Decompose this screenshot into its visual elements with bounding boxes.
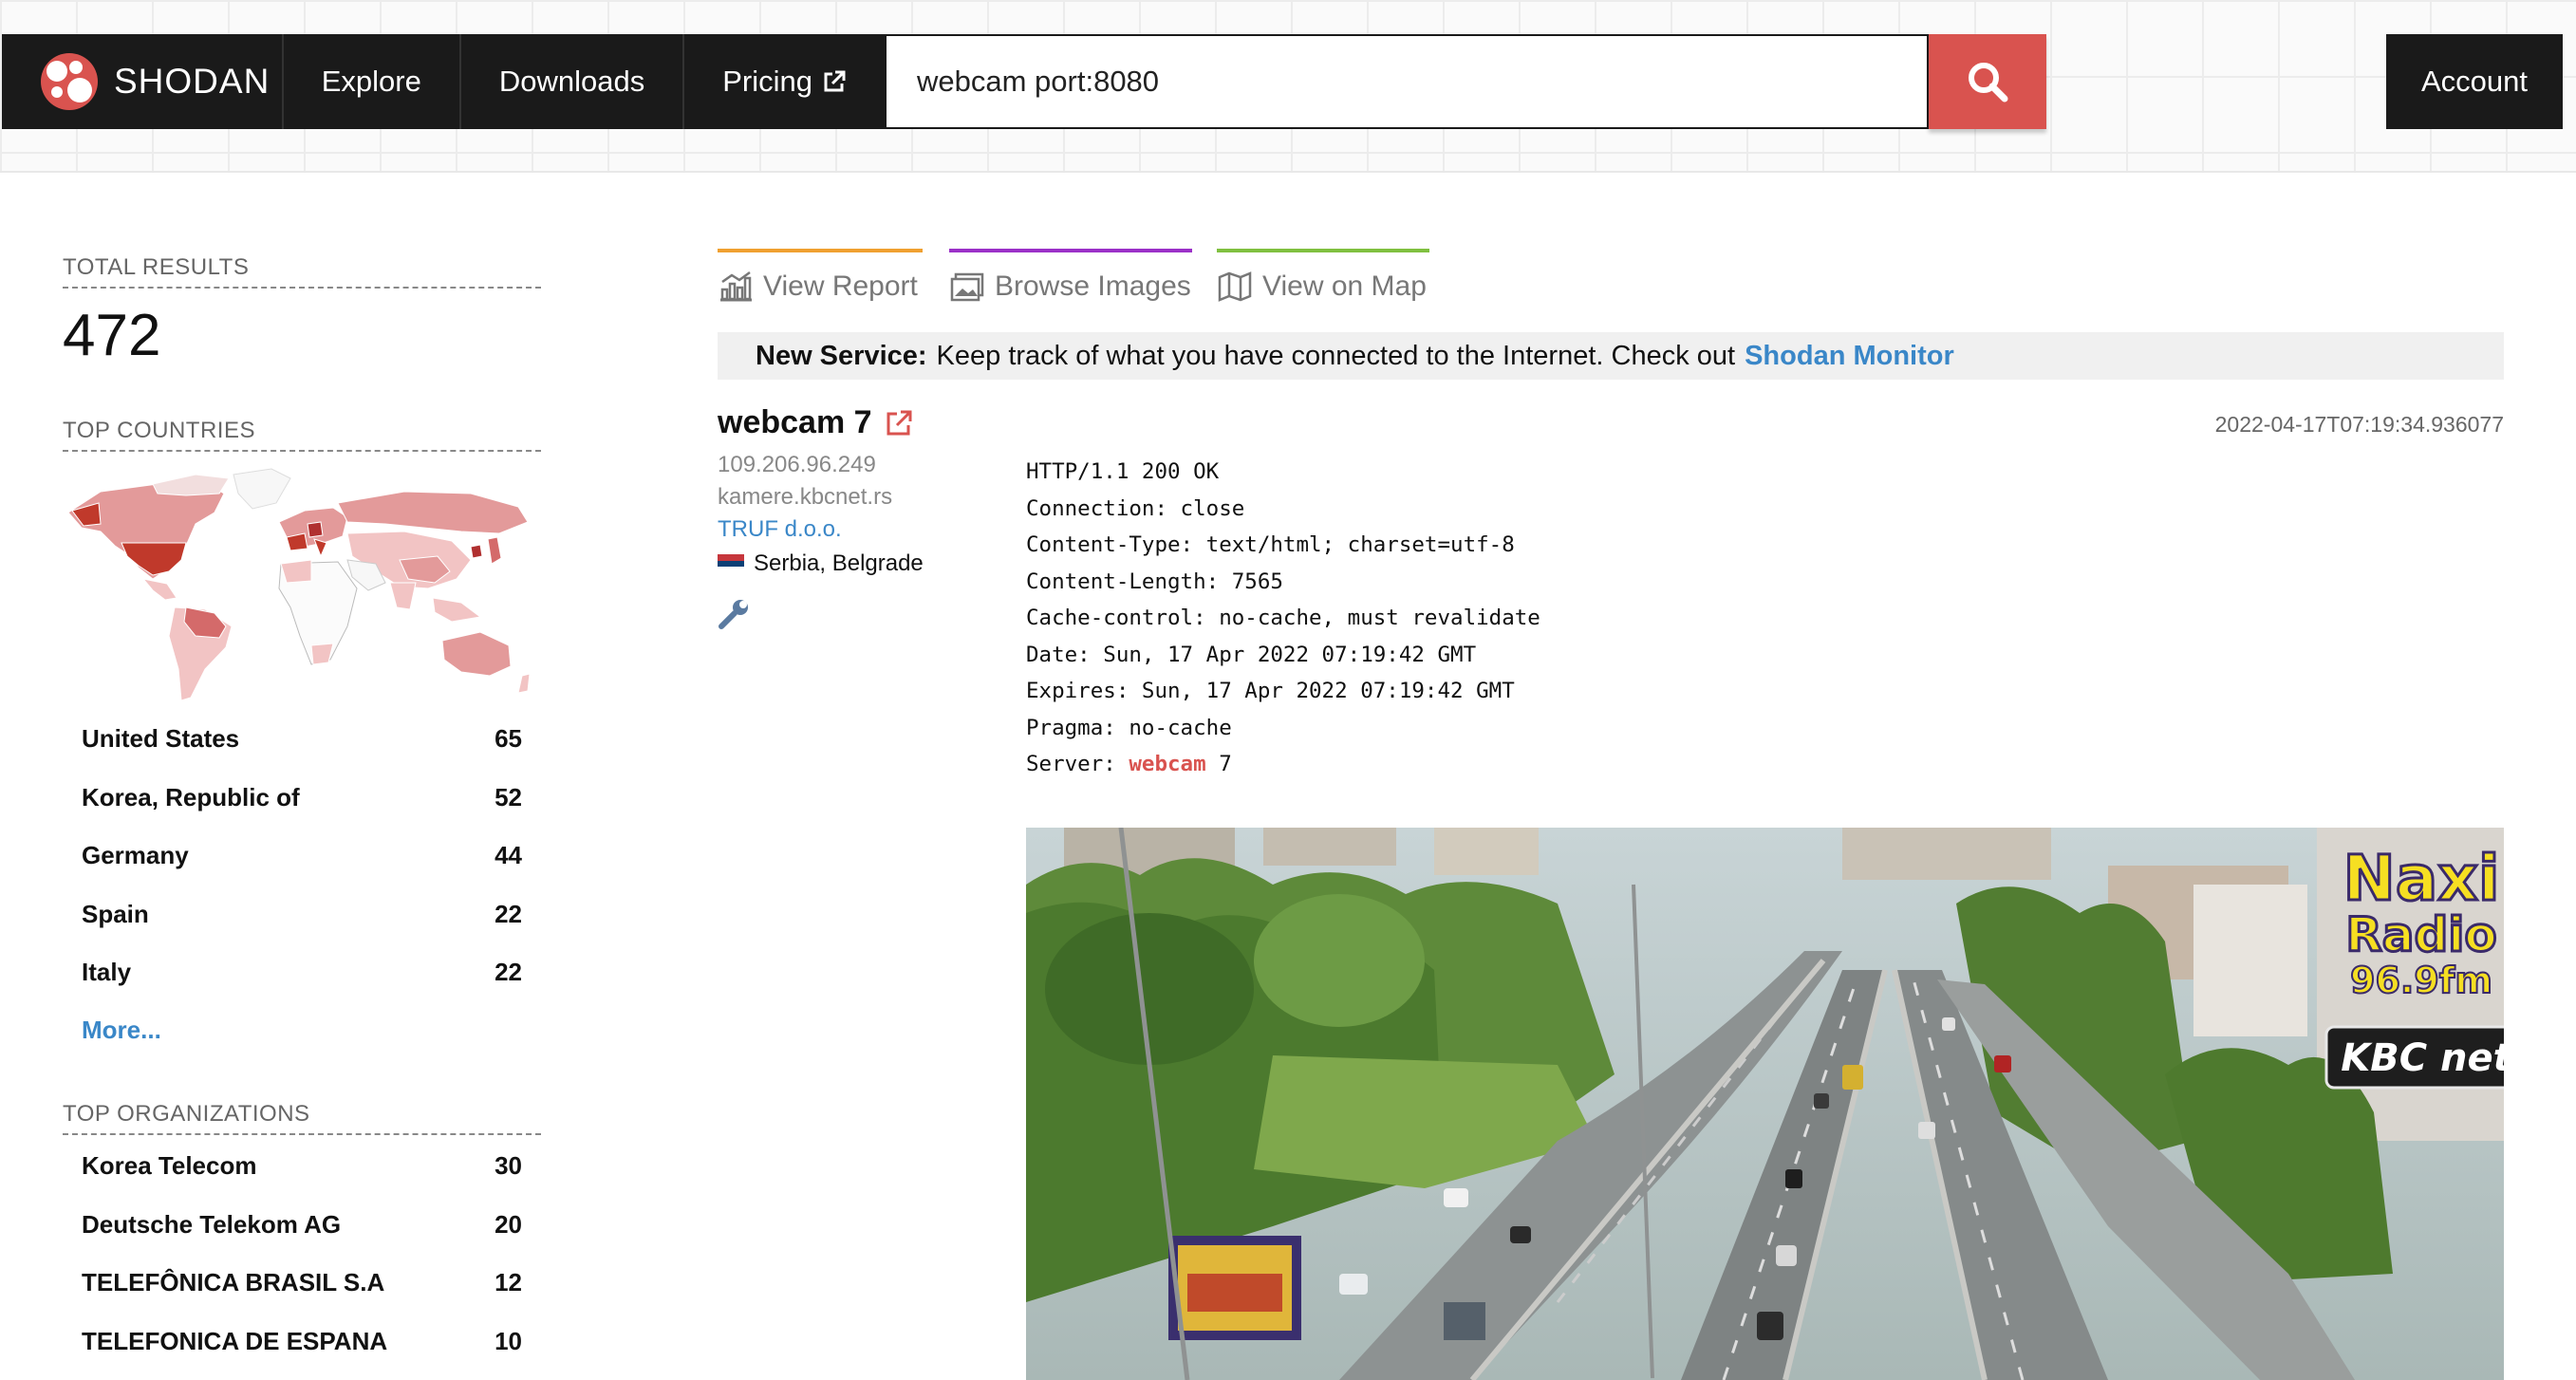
country-count: 52 (495, 782, 522, 811)
overlay-frequency: 96.9fm (2350, 960, 2492, 1001)
country-row[interactable]: Germany 44 (82, 836, 522, 874)
webcam-screenshot[interactable]: Naxi Radio 96.9fm KBC net (1026, 828, 2504, 1380)
org-row[interactable]: TELEFÔNICA BRASIL S.A 12 (82, 1263, 522, 1301)
result-location-text: Serbia, Belgrade (754, 550, 924, 576)
org-count: 10 (495, 1326, 522, 1355)
nav-downloads[interactable]: Downloads (461, 34, 685, 129)
total-results-heading: TOTAL RESULTS (63, 254, 541, 289)
country-name: United States (82, 723, 240, 753)
map-icon (1218, 271, 1252, 302)
org-count: 12 (495, 1267, 522, 1296)
external-link-icon[interactable] (884, 408, 914, 438)
notice-text: Keep track of what you have connected to… (936, 340, 1736, 371)
wrench-icon[interactable] (718, 598, 750, 630)
country-row[interactable]: Korea, Republic of 52 (82, 778, 522, 816)
org-name: Korea Telecom (82, 1150, 257, 1180)
country-row[interactable]: Italy 22 (82, 953, 522, 991)
nav-explore[interactable]: Explore (284, 34, 461, 129)
tab-view-on-map[interactable]: View on Map (1217, 249, 1429, 311)
nav-explore-label: Explore (321, 65, 421, 98)
result-hostname: kamere.kbcnet.rs (718, 484, 893, 510)
account-button[interactable]: Account (2386, 34, 2563, 129)
tab-browse-images[interactable]: Browse Images (949, 249, 1192, 311)
search-icon (1969, 63, 2008, 103)
country-count: 44 (495, 840, 522, 869)
search-box (885, 34, 1929, 129)
banner-line: HTTP/1.1 200 OK (1026, 459, 1220, 484)
org-row[interactable]: Korea Telecom 30 (82, 1147, 522, 1184)
org-count: 30 (495, 1150, 522, 1180)
notice-banner: New Service: Keep track of what you have… (718, 332, 2504, 380)
tab-view-report[interactable]: View Report (718, 249, 923, 311)
tab-view-report-label: View Report (763, 270, 918, 302)
result-title-text: webcam 7 (718, 404, 872, 440)
overlay-radio: Radio (2345, 907, 2497, 962)
org-name: Deutsche Telekom AG (82, 1209, 342, 1239)
result-location: Serbia, Belgrade (718, 550, 924, 577)
result-ip: 109.206.96.249 (718, 452, 876, 477)
webcam-image: Naxi Radio 96.9fm KBC net (1026, 828, 2504, 1380)
country-row[interactable]: United States 65 (82, 719, 522, 757)
result-title[interactable]: webcam 7 (718, 404, 914, 441)
country-count: 22 (495, 899, 522, 928)
result-org-link[interactable]: TRUF d.o.o. (718, 516, 842, 543)
shodan-logo[interactable]: SHODAN (2, 34, 284, 129)
server-highlight: webcam (1129, 752, 1206, 776)
country-name: Italy (82, 957, 132, 986)
tab-browse-images-label: Browse Images (995, 270, 1191, 302)
banner-line: Expires: Sun, 17 Apr 2022 07:19:42 GMT (1026, 679, 1515, 703)
country-count: 22 (495, 957, 522, 986)
world-map (67, 468, 531, 701)
account-label: Account (2420, 65, 2528, 98)
nav-pricing-label: Pricing (722, 65, 812, 98)
country-name: Spain (82, 899, 149, 928)
org-row[interactable]: TELEFONICA DE ESPANA 10 (82, 1322, 522, 1360)
overlay-naxi: Naxi (2343, 842, 2500, 915)
report-chart-icon (720, 270, 752, 302)
notice-bold: New Service: (756, 340, 927, 371)
result-timestamp: 2022-04-17T07:19:34.936077 (2214, 412, 2504, 437)
banner-line: Content-Type: text/html; charset=utf-8 (1026, 532, 1515, 557)
serbia-flag-icon (718, 554, 744, 574)
org-count: 20 (495, 1209, 522, 1239)
banner-line: Content-Length: 7565 (1026, 569, 1283, 594)
images-icon (950, 272, 984, 302)
service-banner: HTTP/1.1 200 OK Connection: close Conten… (1026, 454, 1540, 783)
nav-pricing[interactable]: Pricing (684, 34, 885, 129)
country-name: Korea, Republic of (82, 782, 300, 811)
shodan-monitor-link[interactable]: Shodan Monitor (1745, 341, 1954, 372)
country-name: Germany (82, 840, 189, 869)
server-suffix: 7 (1205, 752, 1232, 776)
banner-line: Pragma: no-cache (1026, 715, 1232, 740)
org-row[interactable]: Deutsche Telekom AG 20 (82, 1205, 522, 1243)
search-input[interactable] (887, 36, 1927, 127)
banner-line: Date: Sun, 17 Apr 2022 07:19:42 GMT (1026, 642, 1477, 667)
shodan-logo-icon (41, 53, 98, 110)
org-name: TELEFÔNICA BRASIL S.A (82, 1267, 385, 1296)
country-row[interactable]: Spain 22 (82, 895, 522, 933)
external-link-icon (824, 70, 846, 92)
org-name: TELEFONICA DE ESPANA (82, 1326, 388, 1355)
more-countries-link[interactable]: More... (82, 1016, 161, 1045)
search-button[interactable] (1929, 34, 2046, 129)
banner-line-server: Server: webcam 7 (1026, 746, 1540, 783)
banner-line: Cache-control: no-cache, must revalidate (1026, 606, 1540, 630)
banner-line: Connection: close (1026, 495, 1245, 521)
top-countries-heading: TOP COUNTRIES (63, 418, 541, 452)
tab-view-on-map-label: View on Map (1262, 270, 1427, 302)
overlay-brand: KBC net (2341, 1036, 2504, 1080)
top-orgs-heading: TOP ORGANIZATIONS (63, 1101, 541, 1135)
server-prefix: Server: (1026, 752, 1129, 776)
country-count: 65 (495, 723, 522, 753)
nav-downloads-label: Downloads (498, 65, 645, 98)
total-results-count: 472 (63, 303, 161, 368)
main-navbar: SHODAN Explore Downloads Pricing (2, 34, 885, 129)
logo-text: SHODAN (114, 62, 271, 101)
